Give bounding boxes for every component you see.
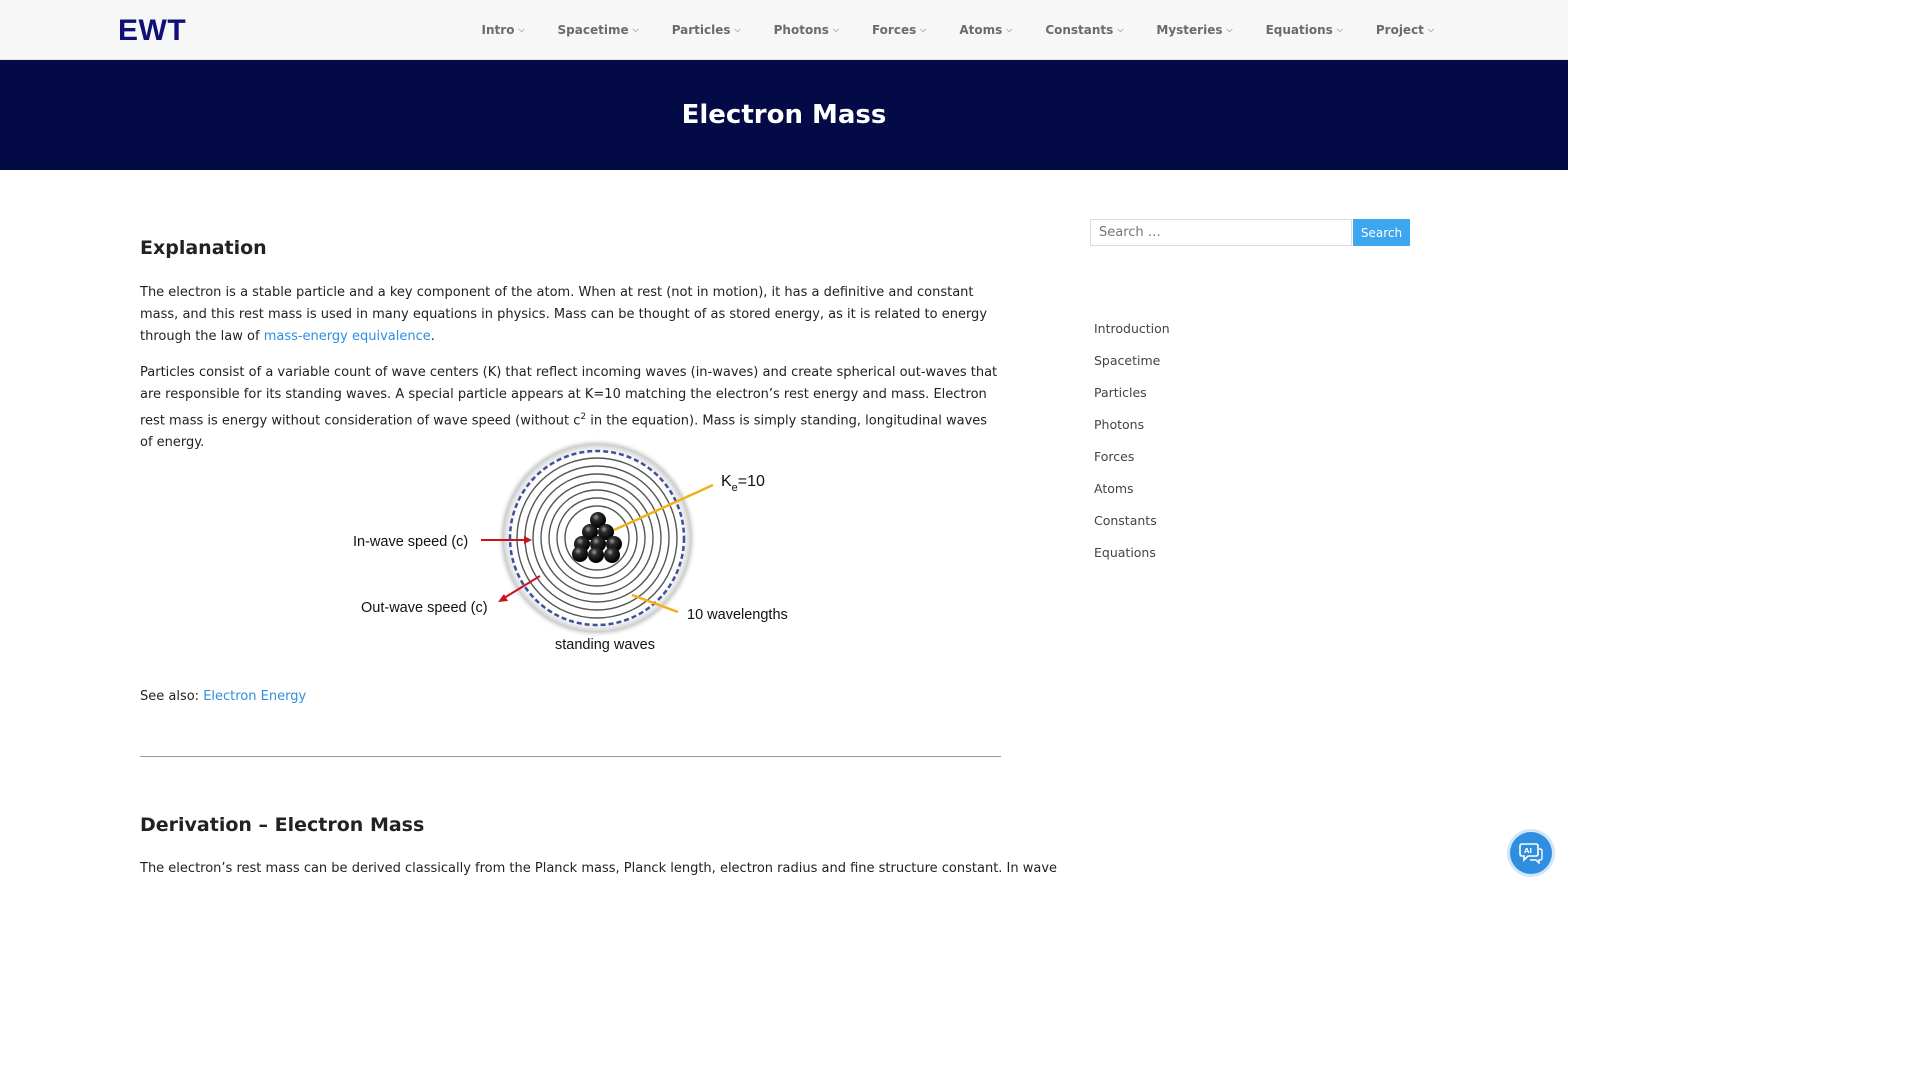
nav-item-intro[interactable]: Intro ⌵ bbox=[482, 23, 525, 37]
chevron-down-icon: ⌵ bbox=[1006, 25, 1013, 34]
mass-energy-equivalence-link[interactable]: mass-energy equivalence bbox=[264, 329, 431, 344]
chevron-down-icon: ⌵ bbox=[734, 25, 741, 34]
nav-item-particles[interactable]: Particles ⌵ bbox=[672, 23, 741, 37]
chevron-down-icon: ⌵ bbox=[632, 25, 639, 34]
explanation-heading: Explanation bbox=[140, 237, 267, 259]
nav-item-atoms[interactable]: Atoms ⌵ bbox=[959, 23, 1012, 37]
chevron-down-icon: ⌵ bbox=[920, 25, 927, 34]
chevron-down-icon: ⌵ bbox=[1226, 25, 1233, 34]
paragraph-text: . bbox=[430, 329, 435, 344]
nav-item-label: Project bbox=[1375, 22, 1424, 37]
nav-item-label: Forces bbox=[871, 22, 917, 37]
paragraph-derivation: The electron’s rest mass can be derived … bbox=[140, 861, 1058, 876]
nav-item-label: Intro bbox=[481, 22, 515, 37]
chevron-down-icon: ⌵ bbox=[1117, 25, 1124, 34]
nav-item-project[interactable]: Project ⌵ bbox=[1376, 23, 1434, 37]
chevron-down-icon: ⌵ bbox=[1336, 25, 1343, 34]
nav-item-label: Constants bbox=[1045, 22, 1114, 37]
sidebar-item-introduction[interactable]: Introduction bbox=[1094, 320, 1170, 352]
paragraph-mass-intro: The electron is a stable particle and a … bbox=[140, 282, 1001, 348]
out-wave-label: Out-wave speed (c) bbox=[361, 600, 488, 616]
ai-chat-icon: AI bbox=[1519, 843, 1543, 864]
see-also: See also: Electron Energy bbox=[140, 686, 306, 708]
sidebar-item-photons[interactable]: Photons bbox=[1094, 416, 1170, 448]
nav-item-spacetime[interactable]: Spacetime ⌵ bbox=[558, 23, 639, 37]
chevron-down-icon: ⌵ bbox=[1427, 25, 1434, 34]
standing-waves-diagram: Ke=10 In-wave speed (c) Out-wave speed (… bbox=[353, 438, 788, 653]
wavelengths-label: 10 wavelengths bbox=[687, 607, 788, 623]
ke-label-base: K bbox=[721, 473, 732, 490]
nav-item-forces[interactable]: Forces ⌵ bbox=[872, 23, 926, 37]
sidebar-item-constants[interactable]: Constants bbox=[1094, 512, 1170, 544]
derivation-heading: Derivation – Electron Mass bbox=[140, 814, 425, 836]
see-also-label: See also: bbox=[140, 689, 204, 704]
nav-item-photons[interactable]: Photons ⌵ bbox=[774, 23, 839, 37]
sidebar-item-spacetime[interactable]: Spacetime bbox=[1094, 352, 1170, 384]
chevron-down-icon: ⌵ bbox=[832, 25, 839, 34]
wave-center bbox=[572, 546, 588, 562]
wave-center bbox=[604, 547, 620, 563]
search-input[interactable] bbox=[1090, 219, 1352, 246]
sidebar-item-atoms[interactable]: Atoms bbox=[1094, 480, 1170, 512]
electron-standing-waves-figure: Ke=10 In-wave speed (c) Out-wave speed (… bbox=[140, 438, 1001, 668]
chevron-down-icon: ⌵ bbox=[518, 25, 525, 34]
main-menu: Intro ⌵ Spacetime ⌵ Particles ⌵ Photons ⌵ Fo… bbox=[449, 0, 1434, 59]
page-title: Electron Mass bbox=[681, 100, 887, 130]
svg-text:AI: AI bbox=[1524, 847, 1532, 855]
top-navigation-bar: EWT Intro ⌵ Spacetime ⌵ Particles ⌵ Photons… bbox=[0, 0, 1568, 60]
electron-energy-link[interactable]: Electron Energy bbox=[203, 689, 306, 704]
search-button[interactable]: Search bbox=[1353, 219, 1410, 246]
out-wave-arrowhead bbox=[498, 594, 508, 602]
sidebar-item-particles[interactable]: Particles bbox=[1094, 384, 1170, 416]
ke-label-value: =10 bbox=[738, 473, 765, 490]
figure-caption: standing waves bbox=[555, 637, 655, 653]
sidebar-item-equations[interactable]: Equations bbox=[1094, 544, 1170, 576]
nav-item-label: Atoms bbox=[959, 22, 1003, 37]
sidebar-item-forces[interactable]: Forces bbox=[1094, 448, 1170, 480]
ai-chat-button[interactable]: AI bbox=[1510, 832, 1552, 874]
nav-item-label: Spacetime bbox=[557, 22, 629, 37]
nav-item-equations[interactable]: Equations ⌵ bbox=[1266, 23, 1343, 37]
nav-item-label: Photons bbox=[773, 22, 829, 37]
nav-item-label: Mysteries bbox=[1156, 22, 1223, 37]
nav-item-constants[interactable]: Constants ⌵ bbox=[1045, 23, 1123, 37]
wave-center bbox=[588, 547, 604, 563]
ke-label: Ke=10 bbox=[721, 473, 765, 494]
nav-item-label: Particles bbox=[671, 22, 731, 37]
sidebar-menu: Introduction Spacetime Particles Photons… bbox=[1094, 320, 1170, 576]
page-header-banner: Electron Mass bbox=[0, 60, 1568, 170]
in-wave-label: In-wave speed (c) bbox=[353, 534, 468, 550]
paragraph-wave-centers: Particles consist of a variable count of… bbox=[140, 362, 1001, 454]
site-logo[interactable]: EWT bbox=[118, 14, 186, 48]
nav-item-label: Equations bbox=[1265, 22, 1333, 37]
nav-item-mysteries[interactable]: Mysteries ⌵ bbox=[1156, 23, 1232, 37]
section-divider bbox=[140, 756, 1001, 757]
